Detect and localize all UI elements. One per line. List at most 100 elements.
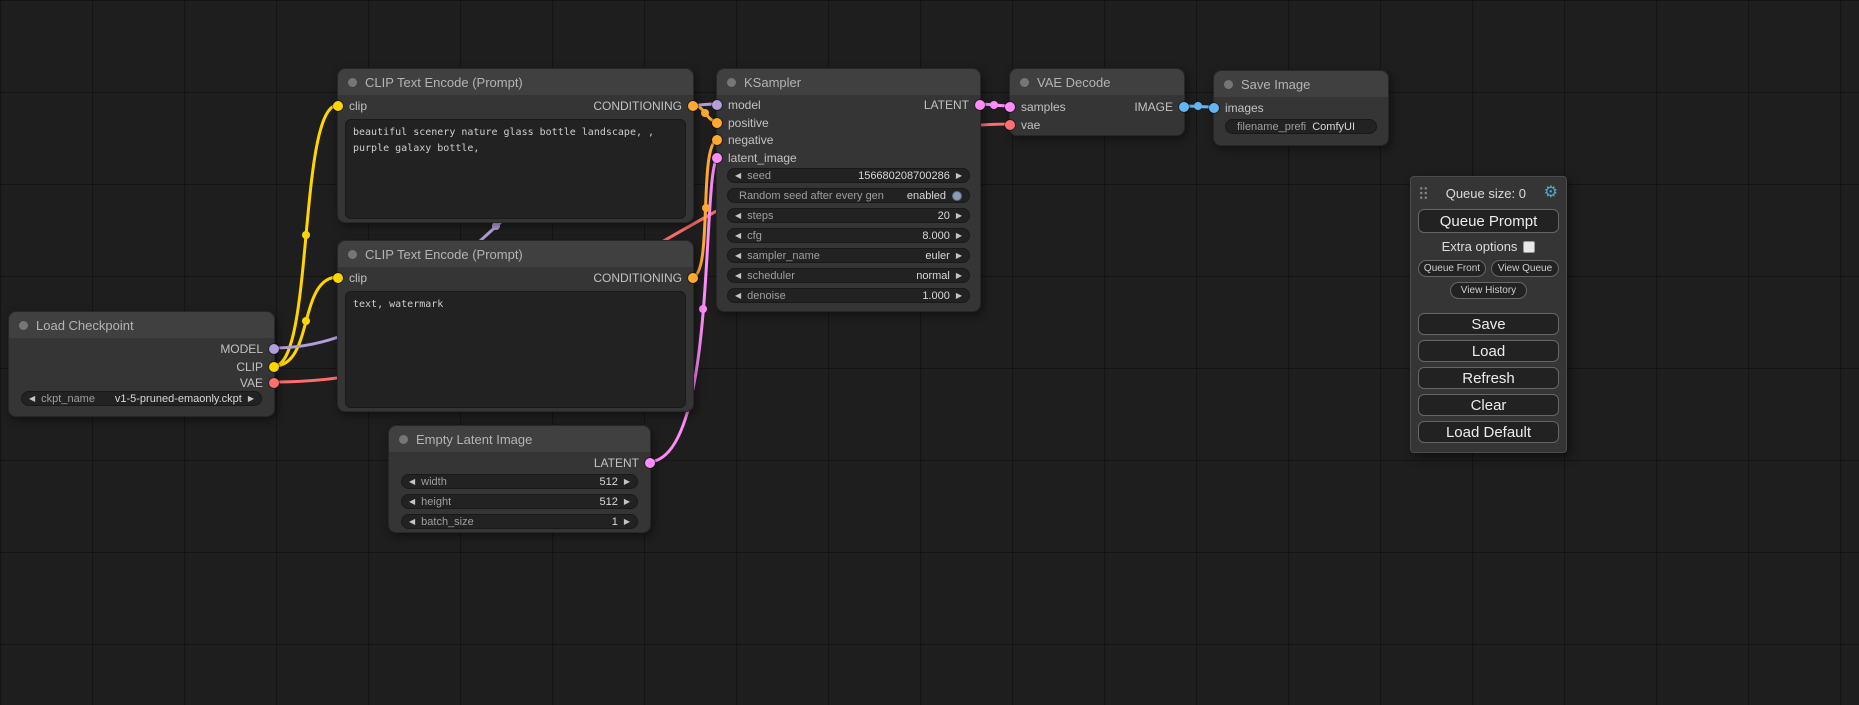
output-slot-latent[interactable]: LATENT bbox=[594, 455, 655, 471]
decrement-icon[interactable]: ◀ bbox=[735, 212, 741, 220]
node-empty-latent-image[interactable]: Empty Latent Image LATENT ◀ width 512 ▶ … bbox=[388, 425, 651, 533]
node-collapse-dot[interactable] bbox=[727, 78, 736, 87]
conditioning-slot-dot[interactable] bbox=[688, 273, 698, 283]
widget-ckpt-name[interactable]: ◀ ckpt_name v1-5-pruned-emaonly.ckpt ▶ bbox=[21, 391, 262, 406]
load-default-button[interactable]: Load Default bbox=[1418, 421, 1559, 443]
output-slot-clip[interactable]: CLIP bbox=[236, 359, 279, 375]
save-button[interactable]: Save bbox=[1418, 313, 1559, 335]
increment-icon[interactable]: ▶ bbox=[248, 395, 254, 403]
widget-random-seed-toggle[interactable]: Random seed after every gen enabled bbox=[727, 188, 970, 203]
node-collapse-dot[interactable] bbox=[348, 250, 357, 259]
clip-slot-dot[interactable] bbox=[333, 273, 343, 283]
latent-slot-dot[interactable] bbox=[975, 100, 985, 110]
node-title-bar[interactable]: Empty Latent Image bbox=[389, 426, 650, 452]
refresh-button[interactable]: Refresh bbox=[1418, 367, 1559, 389]
decrement-icon[interactable]: ◀ bbox=[735, 292, 741, 300]
extra-options-checkbox[interactable] bbox=[1523, 241, 1535, 253]
node-collapse-dot[interactable] bbox=[348, 78, 357, 87]
gear-icon[interactable]: ⚙ bbox=[1544, 185, 1558, 201]
decrement-icon[interactable]: ◀ bbox=[409, 478, 415, 486]
widget-sampler-name[interactable]: ◀ sampler_name euler ▶ bbox=[727, 248, 970, 263]
node-title-bar[interactable]: CLIP Text Encode (Prompt) bbox=[338, 69, 693, 95]
input-slot-latent-image[interactable]: latent_image bbox=[712, 150, 797, 166]
conditioning-slot-dot[interactable] bbox=[712, 118, 722, 128]
vae-slot-dot[interactable] bbox=[1005, 120, 1015, 130]
image-slot-dot[interactable] bbox=[1209, 103, 1219, 113]
input-slot-model[interactable]: model bbox=[712, 97, 761, 113]
increment-icon[interactable]: ▶ bbox=[956, 252, 962, 260]
increment-icon[interactable]: ▶ bbox=[956, 272, 962, 280]
input-slot-clip[interactable]: clip bbox=[333, 98, 367, 114]
output-slot-latent[interactable]: LATENT bbox=[924, 97, 985, 113]
increment-icon[interactable]: ▶ bbox=[624, 518, 630, 526]
conditioning-slot-dot[interactable] bbox=[712, 135, 722, 145]
decrement-icon[interactable]: ◀ bbox=[409, 518, 415, 526]
decrement-icon[interactable]: ◀ bbox=[735, 252, 741, 260]
output-slot-image[interactable]: IMAGE bbox=[1134, 99, 1189, 115]
input-slot-images[interactable]: images bbox=[1209, 100, 1264, 116]
decrement-icon[interactable]: ◀ bbox=[735, 232, 741, 240]
input-slot-samples[interactable]: samples bbox=[1005, 99, 1066, 115]
model-slot-dot[interactable] bbox=[269, 344, 279, 354]
node-clip-text-encode-positive[interactable]: CLIP Text Encode (Prompt) clip CONDITION… bbox=[337, 68, 694, 223]
clip-slot-dot[interactable] bbox=[333, 101, 343, 111]
widget-seed[interactable]: ◀ seed 156680208700286 ▶ bbox=[727, 168, 970, 183]
toggle-knob[interactable] bbox=[952, 191, 962, 201]
node-collapse-dot[interactable] bbox=[1020, 78, 1029, 87]
increment-icon[interactable]: ▶ bbox=[956, 232, 962, 240]
decrement-icon[interactable]: ◀ bbox=[735, 272, 741, 280]
widget-cfg[interactable]: ◀ cfg 8.000 ▶ bbox=[727, 228, 970, 243]
increment-icon[interactable]: ▶ bbox=[956, 172, 962, 180]
latent-slot-dot[interactable] bbox=[712, 153, 722, 163]
increment-icon[interactable]: ▶ bbox=[956, 212, 962, 220]
latent-slot-dot[interactable] bbox=[1005, 102, 1015, 112]
input-slot-vae[interactable]: vae bbox=[1005, 117, 1040, 133]
increment-icon[interactable]: ▶ bbox=[956, 292, 962, 300]
widget-steps[interactable]: ◀ steps 20 ▶ bbox=[727, 208, 970, 223]
node-graph-canvas[interactable]: Load Checkpoint MODEL CLIP VAE ◀ ckpt_na… bbox=[0, 0, 1859, 705]
widget-scheduler[interactable]: ◀ scheduler normal ▶ bbox=[727, 268, 970, 283]
view-queue-button[interactable]: View Queue bbox=[1491, 260, 1559, 277]
node-clip-text-encode-negative[interactable]: CLIP Text Encode (Prompt) clip CONDITION… bbox=[337, 240, 694, 412]
increment-icon[interactable]: ▶ bbox=[624, 498, 630, 506]
node-load-checkpoint[interactable]: Load Checkpoint MODEL CLIP VAE ◀ ckpt_na… bbox=[8, 311, 275, 417]
node-title-bar[interactable]: Load Checkpoint bbox=[9, 312, 274, 338]
node-collapse-dot[interactable] bbox=[399, 435, 408, 444]
view-history-button[interactable]: View History bbox=[1450, 282, 1527, 299]
input-slot-negative[interactable]: negative bbox=[712, 132, 773, 148]
node-collapse-dot[interactable] bbox=[19, 321, 28, 330]
node-title-bar[interactable]: KSampler bbox=[717, 69, 980, 95]
decrement-icon[interactable]: ◀ bbox=[409, 498, 415, 506]
node-save-image[interactable]: Save Image images filename_prefix ComfyU… bbox=[1213, 70, 1389, 146]
clip-slot-dot[interactable] bbox=[269, 362, 279, 372]
widget-batch-size[interactable]: ◀ batch_size 1 ▶ bbox=[401, 514, 638, 529]
increment-icon[interactable]: ▶ bbox=[624, 478, 630, 486]
model-slot-dot[interactable] bbox=[712, 100, 722, 110]
node-ksampler[interactable]: KSampler model positive negative latent_… bbox=[716, 68, 981, 312]
node-title-bar[interactable]: Save Image bbox=[1214, 71, 1388, 97]
prompt-textarea[interactable]: text, watermark bbox=[345, 291, 686, 408]
node-title-bar[interactable]: VAE Decode bbox=[1010, 69, 1184, 95]
latent-slot-dot[interactable] bbox=[645, 458, 655, 468]
queue-prompt-button[interactable]: Queue Prompt bbox=[1418, 209, 1559, 233]
node-title-bar[interactable]: CLIP Text Encode (Prompt) bbox=[338, 241, 693, 267]
node-collapse-dot[interactable] bbox=[1224, 80, 1233, 89]
vae-slot-dot[interactable] bbox=[269, 378, 279, 388]
queue-front-button[interactable]: Queue Front bbox=[1418, 260, 1486, 277]
widget-filename-prefix[interactable]: filename_prefix ComfyUI bbox=[1225, 119, 1377, 134]
output-slot-vae[interactable]: VAE bbox=[240, 375, 279, 391]
drag-handle-icon[interactable] bbox=[1419, 186, 1428, 200]
widget-width[interactable]: ◀ width 512 ▶ bbox=[401, 474, 638, 489]
output-slot-model[interactable]: MODEL bbox=[220, 341, 279, 357]
node-vae-decode[interactable]: VAE Decode samples vae IMAGE bbox=[1009, 68, 1185, 136]
output-slot-conditioning[interactable]: CONDITIONING bbox=[593, 270, 698, 286]
conditioning-slot-dot[interactable] bbox=[688, 101, 698, 111]
prompt-textarea[interactable]: beautiful scenery nature glass bottle la… bbox=[345, 119, 686, 219]
clear-button[interactable]: Clear bbox=[1418, 394, 1559, 416]
decrement-icon[interactable]: ◀ bbox=[29, 395, 35, 403]
image-slot-dot[interactable] bbox=[1179, 102, 1189, 112]
output-slot-conditioning[interactable]: CONDITIONING bbox=[593, 98, 698, 114]
input-slot-positive[interactable]: positive bbox=[712, 115, 769, 131]
widget-denoise[interactable]: ◀ denoise 1.000 ▶ bbox=[727, 288, 970, 303]
load-button[interactable]: Load bbox=[1418, 340, 1559, 362]
